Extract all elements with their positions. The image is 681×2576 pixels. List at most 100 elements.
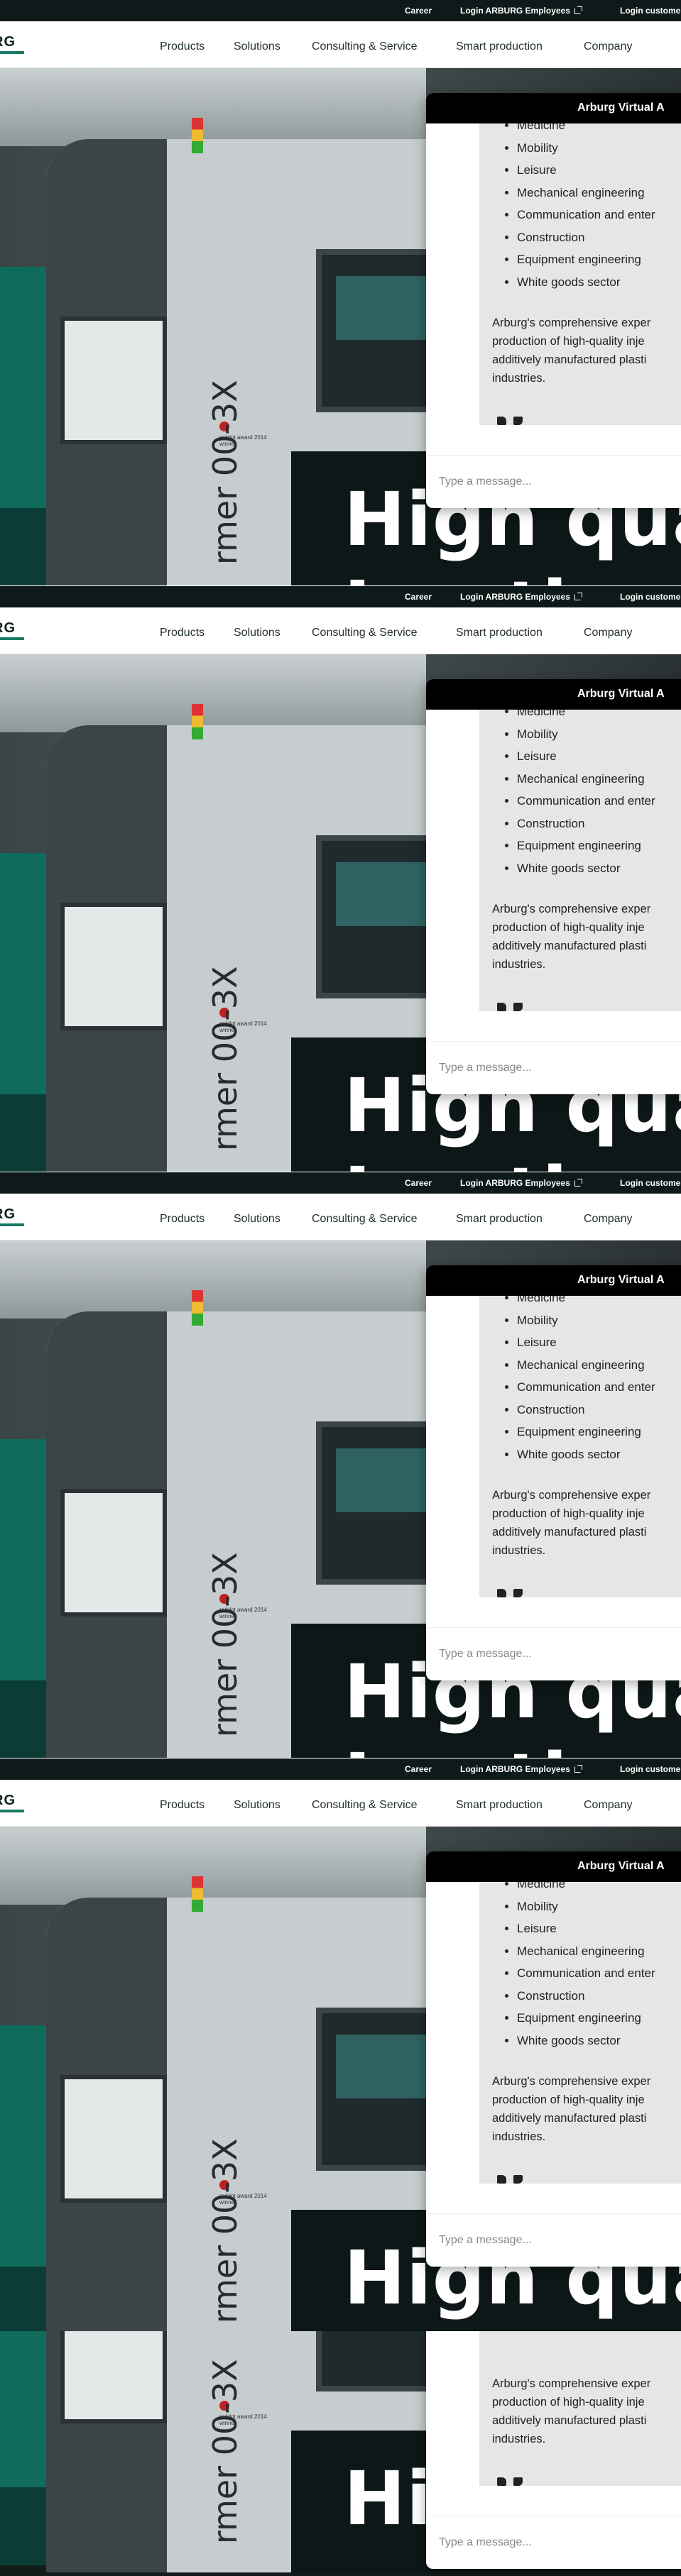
- login-customers-link[interactable]: Login customers: [620, 1764, 681, 1774]
- industry-list: Medicine Mobility Leisure Mechanical eng…: [504, 1296, 655, 1465]
- arburg-logo[interactable]: RG: [0, 620, 24, 640]
- nav-item-solutions[interactable]: Solutions: [234, 1799, 280, 1812]
- paragraph-line: Arburg's comprehensive exper: [492, 2075, 651, 2088]
- arburg-logo[interactable]: RG: [0, 1793, 24, 1812]
- career-label: Career: [405, 6, 432, 16]
- thumbs-up-icon[interactable]: [497, 1589, 506, 1597]
- list-item: Leisure: [517, 745, 655, 768]
- login-employees-link[interactable]: Login ARBURG Employees: [460, 6, 582, 16]
- machine-model-text: rmer 00-3X: [206, 2359, 244, 2544]
- chat-title: Arburg Virtual A: [577, 101, 665, 114]
- list-item: White goods sector: [517, 271, 655, 294]
- assistant-message: Medicine Mobility Leisure Mechanical eng…: [479, 1882, 681, 2184]
- message-placeholder: Type a message...: [439, 1062, 532, 1074]
- login-employees-link[interactable]: Login ARBURG Employees: [460, 592, 582, 602]
- nav-item-smart-production[interactable]: Smart production: [456, 627, 543, 639]
- nav-item-products[interactable]: Products: [160, 627, 205, 639]
- hero-dark-panel: [0, 1680, 46, 1758]
- list-item: Medicine: [517, 1882, 655, 1895]
- login-customers-link[interactable]: Login customers: [620, 1178, 681, 1188]
- career-link[interactable]: Career: [405, 6, 432, 16]
- paragraph-line: additively manufactured plasti: [492, 353, 647, 366]
- message-placeholder: Type a message...: [439, 2234, 532, 2246]
- virtual-assistant-chat[interactable]: Arburg Virtual A Medicine Mobility Leisu…: [426, 1851, 681, 2267]
- nav-item-consulting-service[interactable]: Consulting & Service: [312, 40, 418, 53]
- list-item: White goods sector: [517, 2030, 655, 2052]
- chat-messages[interactable]: Medicine Mobility Leisure Mechanical eng…: [426, 710, 681, 1036]
- nav-item-solutions[interactable]: Solutions: [234, 627, 280, 639]
- message-paragraph: Arburg's comprehensive exper production …: [492, 900, 681, 974]
- thumbs-up-icon[interactable]: [497, 2175, 506, 2184]
- message-input[interactable]: Type a message...: [426, 455, 681, 508]
- hero-headline-2: I ... th: [344, 1737, 594, 1758]
- login-employees-label: Login ARBURG Employees: [460, 6, 570, 16]
- nav-item-consulting-service[interactable]: Consulting & Service: [312, 627, 418, 639]
- message-input[interactable]: Type a message...: [426, 2516, 681, 2569]
- career-link[interactable]: Career: [405, 592, 432, 602]
- list-item: Medicine: [517, 1296, 655, 1309]
- thumbs-up-icon[interactable]: [497, 417, 506, 425]
- screenshot-stack: Career Login ARBURG Employees Login cust…: [0, 0, 681, 2576]
- message-input[interactable]: Type a message...: [426, 1627, 681, 1680]
- thumbs-down-icon[interactable]: [513, 1589, 523, 1597]
- nav-item-smart-production[interactable]: Smart production: [456, 1213, 543, 1226]
- chat-messages[interactable]: Medicine Mobility Leisure Mechanical eng…: [426, 1882, 681, 2208]
- chat-messages[interactable]: Arburg's comprehensive exper production …: [426, 2331, 681, 2511]
- virtual-assistant-chat[interactable]: Arburg Virtual A Arburg's comprehensive …: [426, 2331, 681, 2569]
- nav-item-smart-production[interactable]: Smart production: [456, 40, 543, 53]
- thumbs-down-icon[interactable]: [513, 417, 523, 425]
- nav-item-company[interactable]: Company: [584, 1213, 632, 1226]
- machine-window: [60, 903, 167, 1030]
- assistant-message: Medicine Mobility Leisure Mechanical eng…: [479, 710, 681, 1011]
- external-link-icon: [574, 1179, 582, 1187]
- nav-item-solutions[interactable]: Solutions: [234, 1213, 280, 1226]
- signal-lamp: [192, 1290, 203, 1326]
- nav-item-products[interactable]: Products: [160, 40, 205, 53]
- top-utility-bar: Career Login ARBURG Employees Login cust…: [0, 0, 681, 21]
- login-customers-link[interactable]: Login customers: [620, 6, 681, 16]
- nav-item-company[interactable]: Company: [584, 627, 632, 639]
- nav-item-products[interactable]: Products: [160, 1799, 205, 1812]
- nav-item-company[interactable]: Company: [584, 40, 632, 53]
- thumbs-down-icon[interactable]: [513, 2477, 523, 2486]
- arburg-logo[interactable]: RG: [0, 1206, 24, 1226]
- nav-item-smart-production[interactable]: Smart production: [456, 1799, 543, 1812]
- virtual-assistant-chat[interactable]: Arburg Virtual A Medicine Mobility Leisu…: [426, 93, 681, 508]
- paragraph-line: industries.: [492, 2130, 546, 2143]
- nav-item-consulting-service[interactable]: Consulting & Service: [312, 1213, 418, 1226]
- message-paragraph: Arburg's comprehensive exper production …: [492, 2072, 681, 2146]
- thumbs-down-icon[interactable]: [513, 2175, 523, 2184]
- login-employees-link[interactable]: Login ARBURG Employees: [460, 1178, 582, 1188]
- list-item: Communication and enter: [517, 204, 655, 226]
- message-paragraph: Arburg's comprehensive exper production …: [492, 2374, 681, 2448]
- feedback-buttons: [497, 1002, 530, 1011]
- thumbs-up-icon[interactable]: [497, 2477, 506, 2486]
- login-customers-link[interactable]: Login customers: [620, 592, 681, 602]
- thumbs-down-icon[interactable]: [513, 1003, 523, 1011]
- chat-messages[interactable]: Medicine Mobility Leisure Mechanical eng…: [426, 1296, 681, 1622]
- career-link[interactable]: Career: [405, 1764, 432, 1774]
- virtual-assistant-chat[interactable]: Arburg Virtual A Medicine Mobility Leisu…: [426, 679, 681, 1094]
- arburg-logo[interactable]: RG: [0, 34, 24, 54]
- list-item: Construction: [517, 1985, 655, 2008]
- list-item: Mechanical engineering: [517, 1354, 655, 1377]
- page-frame: Career Login ARBURG Employees Login cust…: [0, 586, 681, 1172]
- page-frame: Career Login ARBURG Employees Login cust…: [0, 1172, 681, 1758]
- nav-item-consulting-service[interactable]: Consulting & Service: [312, 1799, 418, 1812]
- career-link[interactable]: Career: [405, 1178, 432, 1188]
- nav-item-company[interactable]: Company: [584, 1799, 632, 1812]
- nav-item-solutions[interactable]: Solutions: [234, 40, 280, 53]
- external-link-icon: [574, 6, 582, 14]
- industry-list: Medicine Mobility Leisure Mechanical eng…: [504, 710, 655, 879]
- chat-title: Arburg Virtual A: [577, 688, 665, 700]
- chat-messages[interactable]: Medicine Mobility Leisure Mechanical eng…: [426, 123, 681, 450]
- login-employees-link[interactable]: Login ARBURG Employees: [460, 1764, 582, 1774]
- hero-dark-panel: [0, 1094, 46, 1172]
- nav-item-products[interactable]: Products: [160, 1213, 205, 1226]
- message-input[interactable]: Type a message...: [426, 1041, 681, 1094]
- thumbs-up-icon[interactable]: [497, 1003, 506, 1011]
- message-input[interactable]: Type a message...: [426, 2213, 681, 2267]
- hero-teal-panel: [0, 2025, 46, 2267]
- virtual-assistant-chat[interactable]: Arburg Virtual A Medicine Mobility Leisu…: [426, 1265, 681, 1680]
- paragraph-line: Arburg's comprehensive exper: [492, 2377, 651, 2390]
